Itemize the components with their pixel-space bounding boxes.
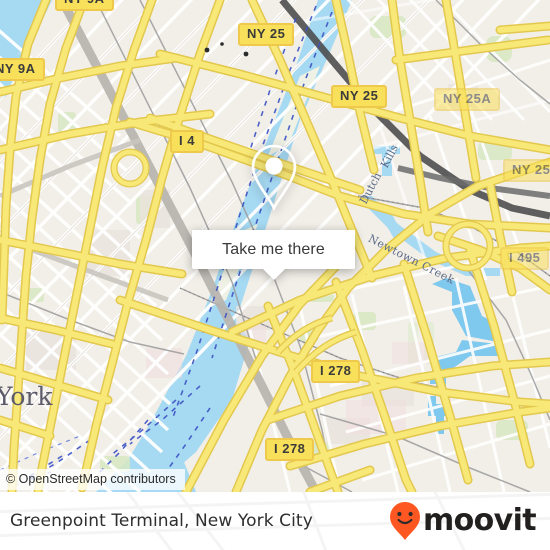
moovit-smiley-pin-icon: [389, 502, 420, 540]
shield-top-cut: NY 9A: [55, 0, 114, 11]
moovit-wordmark: moovit: [422, 503, 537, 538]
popup-header: [192, 124, 355, 230]
footer-bar: Greenpoint Terminal, New York City moovi…: [0, 492, 550, 550]
shield-i-495: I 495: [500, 247, 550, 270]
shield-ny-25-top: NY 25: [238, 23, 295, 46]
take-me-there-label: Take me there: [222, 240, 325, 258]
moovit-logo[interactable]: moovit: [388, 501, 537, 541]
shield-ny-9a: NY 9A: [0, 58, 45, 81]
map-pin-icon: [251, 144, 296, 211]
shield-ny-25a: NY 25A: [434, 88, 501, 111]
place-title: Greenpoint Terminal, New York City: [10, 511, 313, 531]
shield-ny-25-mid: NY 25: [331, 85, 388, 108]
location-popup-card[interactable]: Take me there: [192, 124, 355, 280]
shield-i-278-lower: I 278: [265, 438, 315, 461]
map-canvas[interactable]: York Kills Dutch Newtown Creek NY 25 NY 2…: [0, 0, 550, 492]
map-screenshot: York Kills Dutch Newtown Creek NY 25 NY 2…: [0, 0, 550, 550]
shield-ny-25-right: NY 25: [503, 159, 550, 182]
popup-pointer-tail: [262, 269, 285, 280]
osm-attribution[interactable]: © OpenStreetMap contributors: [0, 469, 185, 490]
shield-i-278-upper: I 278: [311, 360, 361, 383]
popup-footer[interactable]: Take me there: [192, 230, 355, 280]
